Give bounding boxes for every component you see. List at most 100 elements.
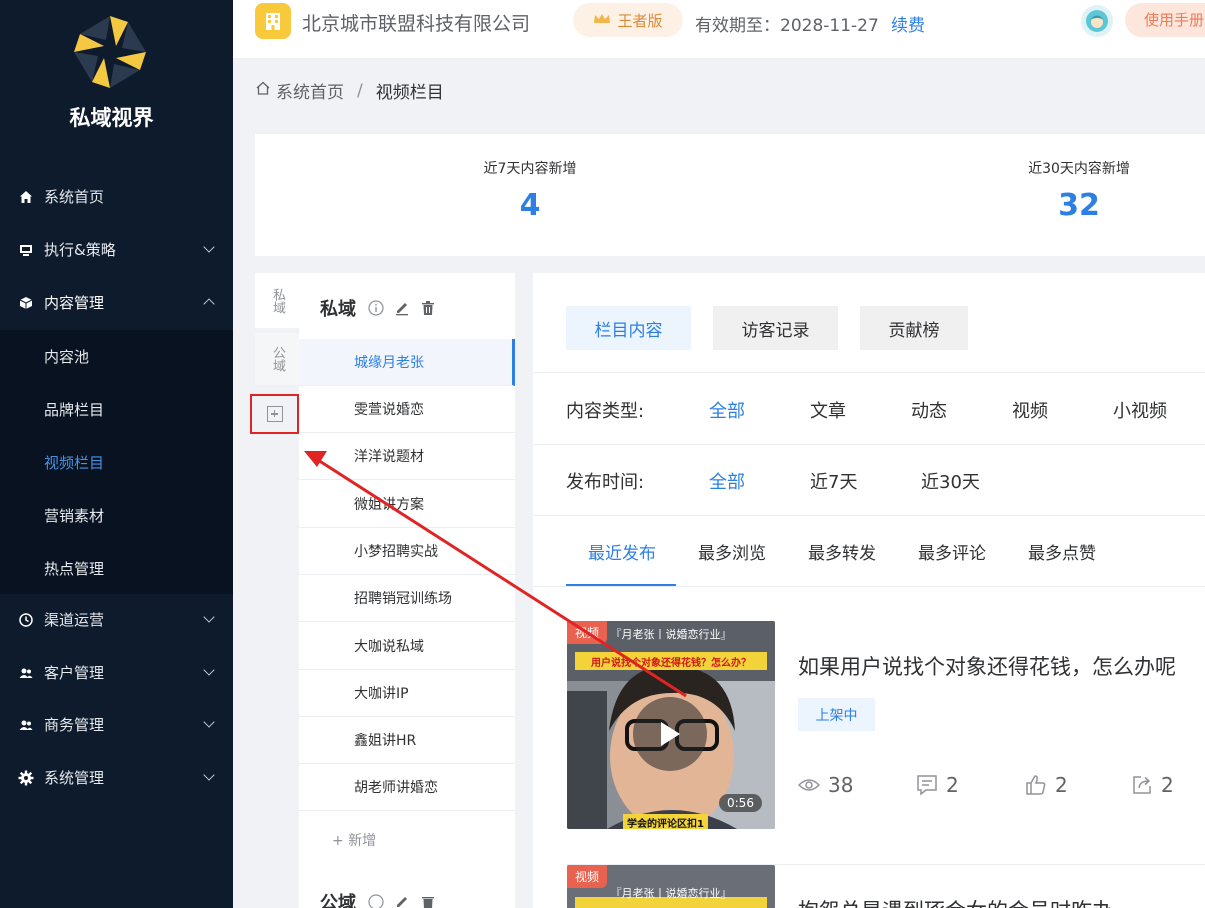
strategy-icon <box>18 242 34 258</box>
column-item[interactable]: 微姐讲方案 <box>299 481 515 528</box>
nav-home[interactable]: 系统首页 <box>0 170 233 223</box>
nav-customer[interactable]: 客户管理 <box>0 646 233 699</box>
edit-icon[interactable] <box>394 300 410 316</box>
chevron-up-icon <box>203 298 215 310</box>
column-list: 私域 城缘月老张 雯萱说婚恋 洋洋说题材 微姐讲方案 小梦招聘实战 招聘销冠训练… <box>299 273 515 908</box>
nav-label: 执行&策略 <box>44 241 116 259</box>
video-badge: 视频 <box>567 621 608 644</box>
group-title-label: 私域 <box>320 299 356 320</box>
user-manual-button[interactable]: 使用手册 <box>1125 3 1205 37</box>
shares-metric: 2 <box>1131 773 1174 797</box>
filter-type-video[interactable]: 视频 <box>1012 397 1048 423</box>
company-name: 北京城市联盟科技有限公司 <box>302 13 531 35</box>
video-badge: 视频 <box>567 865 608 888</box>
tab-contribution[interactable]: 贡献榜 <box>860 306 968 350</box>
column-item[interactable]: 招聘销冠训练场 <box>299 575 515 622</box>
cube-icon <box>18 295 34 311</box>
add-column-button[interactable]: + 新增 <box>332 830 376 850</box>
card-title[interactable]: 如果用户说找个对象还得花钱，怎么办呢 <box>798 651 1176 681</box>
nav-system[interactable]: 系统管理 <box>0 751 233 804</box>
stats-panel: 近7天内容新增 4 近30天内容新增 32 <box>255 124 1205 256</box>
delete-icon[interactable] <box>420 894 436 908</box>
vtab-private[interactable]: 私域 <box>255 273 299 328</box>
sub-item-content-pool[interactable]: 内容池 <box>0 330 233 383</box>
breadcrumb: 系统首页 / 视频栏目 <box>255 78 444 103</box>
sub-item-marketing-material[interactable]: 营销素材 <box>0 489 233 542</box>
card-title[interactable]: 抱怨总是遇到琢会女的会员时咋办 <box>798 895 1113 908</box>
eye-icon <box>798 777 820 793</box>
video-duration: 0:56 <box>719 794 762 812</box>
submenu-content: 内容池 品牌栏目 视频栏目 营销素材 热点管理 <box>0 330 233 594</box>
divider <box>533 586 1205 587</box>
content-card[interactable]: 『月老张丨说婚恋行业』 用户说找个对象还得花钱？怎么办？ 学会的评论区扣1 视频… <box>567 621 1205 831</box>
delete-icon[interactable] <box>420 300 436 316</box>
filter-time-all[interactable]: 全部 <box>709 468 745 494</box>
divider <box>533 444 1205 445</box>
sort-most-liked[interactable]: 最多点赞 <box>1028 539 1096 564</box>
thumb-caption: 用户说找个对象还得花钱？怎么办？ <box>591 658 751 669</box>
video-thumbnail[interactable]: 『月老张丨说婚恋行业』 视频 <box>567 865 775 908</box>
shares-count: 2 <box>1161 773 1174 797</box>
sub-item-video-column[interactable]: 视频栏目 <box>0 436 233 489</box>
nav-business[interactable]: 商务管理 <box>0 698 233 751</box>
likes-metric: 2 <box>1025 773 1068 797</box>
home-outline-icon <box>255 80 271 101</box>
divider <box>533 515 1205 516</box>
tab-visitor-records[interactable]: 访客记录 <box>713 306 838 350</box>
nav-content[interactable]: 内容管理 <box>0 276 233 329</box>
breadcrumb-home[interactable]: 系统首页 <box>276 78 344 103</box>
column-item[interactable]: 雯萱说婚恋 <box>299 386 515 433</box>
vtab-public[interactable]: 公域 <box>255 333 299 385</box>
sort-most-shared[interactable]: 最多转发 <box>808 539 876 564</box>
play-icon[interactable] <box>633 697 707 771</box>
nav-strategy[interactable]: 执行&策略 <box>0 223 233 276</box>
nav-label: 渠道运营 <box>44 611 105 629</box>
sub-item-hot-topics[interactable]: 热点管理 <box>0 542 233 595</box>
avatar[interactable] <box>1081 5 1113 37</box>
likes-count: 2 <box>1055 773 1068 797</box>
filter-time-30days[interactable]: 近30天 <box>921 468 980 494</box>
stat-label: 近30天内容新增 <box>1028 161 1130 177</box>
plus-square-icon <box>266 406 283 422</box>
filter-type-moment[interactable]: 动态 <box>911 397 947 423</box>
column-item[interactable]: 大咖说私域 <box>299 623 515 670</box>
filter-time-7days[interactable]: 近7天 <box>810 468 857 494</box>
add-group-button[interactable] <box>250 394 299 434</box>
group-title-label: 公域 <box>320 893 356 908</box>
column-item[interactable]: 城缘月老张 <box>299 339 515 386</box>
edit-icon[interactable] <box>394 894 410 908</box>
users-icon <box>18 665 34 681</box>
column-item[interactable]: 胡老师讲婚恋 <box>299 764 515 811</box>
column-item[interactable]: 洋洋说题材 <box>299 433 515 480</box>
nav-label: 系统管理 <box>44 769 105 787</box>
sort-most-commented[interactable]: 最多评论 <box>918 539 986 564</box>
nav-label: 内容管理 <box>44 294 105 312</box>
sort-most-viewed[interactable]: 最多浏览 <box>698 539 766 564</box>
gear-icon <box>18 770 34 786</box>
chevron-down-icon <box>203 611 215 623</box>
sort-recent[interactable]: 最近发布 <box>588 539 656 564</box>
thumbs-up-icon <box>1025 774 1047 796</box>
chevron-down-icon <box>203 664 215 676</box>
filter-type-all[interactable]: 全部 <box>709 397 745 423</box>
comments-count: 2 <box>946 773 959 797</box>
main-panel: 栏目内容 访客记录 贡献榜 内容类型: 全部 文章 动态 视频 小视频 发布时间… <box>533 273 1205 908</box>
video-thumbnail[interactable]: 『月老张丨说婚恋行业』 用户说找个对象还得花钱？怎么办？ 学会的评论区扣1 视频… <box>567 621 775 829</box>
tab-column-content[interactable]: 栏目内容 <box>566 306 691 350</box>
renew-link[interactable]: 续费 <box>891 11 925 36</box>
logo-icon <box>72 14 148 90</box>
info-icon[interactable] <box>368 300 384 316</box>
filter-type-short-video[interactable]: 小视频 <box>1113 397 1167 423</box>
chevron-down-icon <box>203 769 215 781</box>
column-item[interactable]: 小梦招聘实战 <box>299 528 515 575</box>
sub-item-brand-column[interactable]: 品牌栏目 <box>0 383 233 436</box>
column-item[interactable]: 鑫姐讲HR <box>299 717 515 764</box>
filter-type-article[interactable]: 文章 <box>810 397 846 423</box>
nav-label: 客户管理 <box>44 664 105 682</box>
nav-channel[interactable]: 渠道运营 <box>0 593 233 646</box>
stat-value: 32 <box>1058 188 1100 223</box>
column-item[interactable]: 大咖讲IP <box>299 670 515 717</box>
info-icon[interactable] <box>368 894 384 908</box>
content-card[interactable]: 『月老张丨说婚恋行业』 视频 抱怨总是遇到琢会女的会员时咋办 <box>567 864 1205 908</box>
group-private: 私域 <box>320 295 436 321</box>
